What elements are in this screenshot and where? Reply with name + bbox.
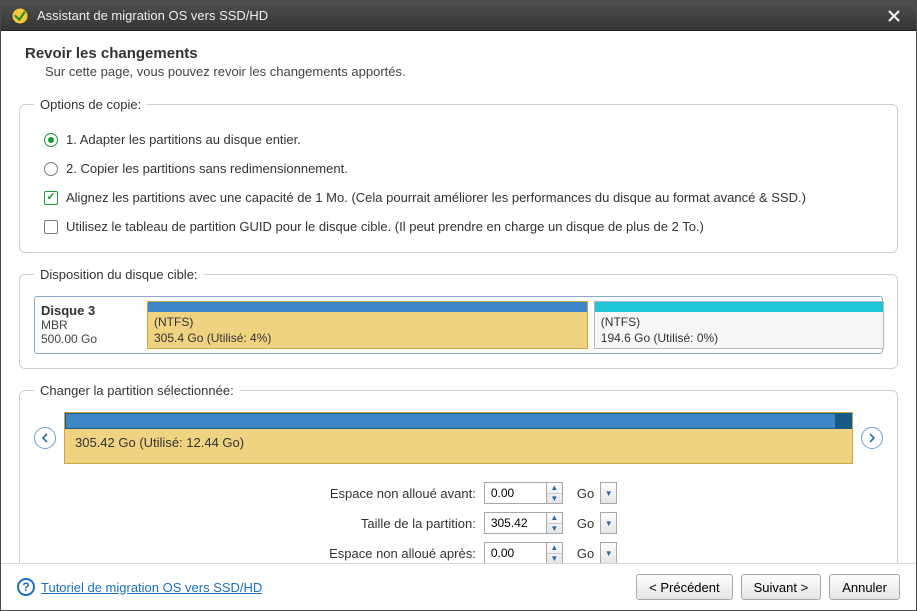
spin-up-icon[interactable]: ▲ (547, 483, 562, 494)
radio-copy-no-resize[interactable] (44, 162, 58, 176)
partition-fs: (NTFS) (154, 314, 581, 330)
radio-copy-no-resize-label[interactable]: 2. Copier les partitions sans redimensio… (66, 161, 348, 176)
unit-dropdown[interactable]: ▼ (600, 512, 617, 534)
radio-fit-entire-disk[interactable] (44, 133, 58, 147)
disk-info: Disque 3 MBR 500.00 Go (39, 301, 141, 349)
page-description: Sur cette page, vous pouvez revoir les c… (19, 62, 898, 83)
back-button[interactable]: < Précédent (636, 574, 732, 600)
unit-dropdown[interactable]: ▼ (600, 542, 617, 563)
unused-after-label: Espace non alloué après: (300, 546, 476, 561)
next-button[interactable]: Suivant > (741, 574, 822, 600)
change-partition-group: Changer la partition sélectionnée: 305.4… (19, 383, 898, 563)
checkbox-guid-partition-label[interactable]: Utilisez le tableau de partition GUID po… (66, 219, 704, 234)
spin-down-icon[interactable]: ▼ (547, 554, 562, 564)
partition-size-input[interactable] (484, 512, 546, 534)
app-icon (11, 7, 29, 25)
titlebar: Assistant de migration OS vers SSD/HD (1, 1, 916, 31)
page-title: Revoir les changements (19, 45, 898, 62)
help-icon[interactable]: ? (17, 578, 35, 596)
unused-before-spinner[interactable]: ▲▼ (484, 482, 563, 504)
target-disk-layout-legend: Disposition du disque cible: (34, 267, 204, 282)
copy-options-legend: Options de copie: (34, 97, 147, 112)
tutorial-link[interactable]: Tutoriel de migration OS vers SSD/HD (41, 580, 262, 595)
unit-label: Go (571, 486, 600, 501)
partition-1[interactable]: (NTFS)194.6 Go (Utilisé: 0%) (594, 301, 884, 349)
checkbox-align-1mb-label[interactable]: Alignez les partitions avec une capacité… (66, 190, 806, 205)
window-title: Assistant de migration OS vers SSD/HD (37, 8, 874, 23)
disk-name: Disque 3 (41, 303, 137, 318)
radio-fit-entire-disk-label[interactable]: 1. Adapter les partitions au disque enti… (66, 132, 301, 147)
unit-label: Go (571, 516, 600, 531)
checkbox-align-1mb[interactable] (44, 191, 58, 205)
unused-before-input[interactable] (484, 482, 546, 504)
disk-frame: Disque 3 MBR 500.00 Go (NTFS)305.4 Go (U… (34, 296, 883, 354)
spin-up-icon[interactable]: ▲ (547, 513, 562, 524)
footer: ? Tutoriel de migration OS vers SSD/HD <… (1, 563, 916, 610)
target-disk-layout-group: Disposition du disque cible: Disque 3 MB… (19, 267, 898, 369)
partition-usage: 305.4 Go (Utilisé: 4%) (154, 330, 581, 346)
partition-0[interactable]: (NTFS)305.4 Go (Utilisé: 4%) (147, 301, 588, 349)
selected-partition-box[interactable]: 305.42 Go (Utilisé: 12.44 Go) (64, 412, 853, 464)
close-icon[interactable] (882, 6, 906, 26)
checkbox-guid-partition[interactable] (44, 220, 58, 234)
disk-scheme: MBR (41, 318, 68, 332)
spin-down-icon[interactable]: ▼ (547, 524, 562, 534)
change-partition-legend: Changer la partition sélectionnée: (34, 383, 240, 398)
partition-fs: (NTFS) (601, 314, 877, 330)
unused-after-input[interactable] (484, 542, 546, 563)
unused-before-label: Espace non alloué avant: (300, 486, 476, 501)
partition-size-label: Taille de la partition: (300, 516, 476, 531)
selected-partition-meta: 305.42 Go (Utilisé: 12.44 Go) (65, 429, 852, 456)
unused-after-spinner[interactable]: ▲▼ (484, 542, 563, 563)
spin-down-icon[interactable]: ▼ (547, 494, 562, 504)
partition-usage: 194.6 Go (Utilisé: 0%) (601, 330, 877, 346)
unit-dropdown[interactable]: ▼ (600, 482, 617, 504)
unit-label: Go (571, 546, 600, 561)
spin-up-icon[interactable]: ▲ (547, 543, 562, 554)
disk-size: 500.00 Go (41, 332, 97, 346)
cancel-button[interactable]: Annuler (829, 574, 900, 600)
prev-partition-button[interactable] (34, 427, 56, 449)
next-partition-button[interactable] (861, 427, 883, 449)
partition-size-spinner[interactable]: ▲▼ (484, 512, 563, 534)
copy-options-group: Options de copie: 1. Adapter les partiti… (19, 97, 898, 253)
